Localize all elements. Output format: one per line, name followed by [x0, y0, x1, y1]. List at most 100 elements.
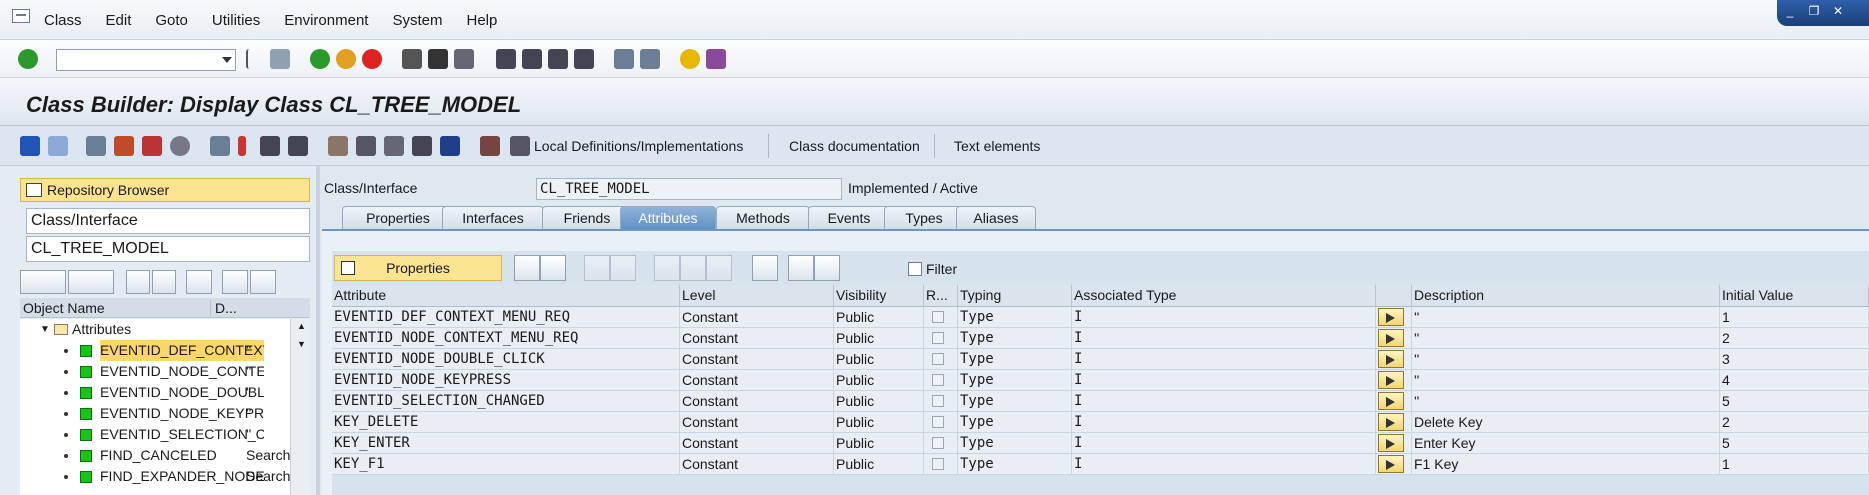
scroll-up-icon[interactable]: ▲ [297, 321, 306, 331]
menu-edit[interactable]: Edit [106, 12, 132, 29]
cell-associated-type[interactable]: I [1072, 349, 1376, 370]
detail-view-icon[interactable] [514, 255, 540, 281]
col-visibility[interactable]: Visibility [834, 285, 924, 307]
expand-triangle-icon[interactable]: ▼ [40, 319, 50, 340]
cell-typing[interactable]: Type [958, 307, 1072, 328]
tab-friends[interactable]: Friends [542, 206, 632, 230]
display-change-icon[interactable] [86, 136, 106, 156]
col-description[interactable]: Description [1412, 285, 1720, 307]
col-attribute[interactable]: Attribute [332, 285, 680, 307]
display-object-list-icon[interactable] [260, 136, 280, 156]
tree-folder-attributes[interactable]: ▼ Attributes [20, 319, 290, 340]
cell-initial-value[interactable]: 1 [1720, 454, 1869, 475]
copy-icon[interactable] [680, 255, 706, 281]
navigate-arrow-icon[interactable] [1378, 308, 1404, 326]
cell-read-only[interactable] [924, 433, 958, 454]
col-description[interactable]: D... [210, 300, 237, 316]
local-types-icon[interactable] [480, 136, 500, 156]
superclass-icon[interactable] [356, 136, 376, 156]
navigate-arrow-icon[interactable] [1378, 392, 1404, 410]
cell-typing[interactable]: Type [958, 370, 1072, 391]
find-icon[interactable] [186, 270, 212, 294]
cell-attribute[interactable]: EVENTID_NODE_DOUBLE_CLICK [332, 349, 680, 370]
menu-system[interactable]: System [392, 12, 442, 29]
tree-item[interactable]: EVENTID_NODE_KEYPRESS'' [20, 403, 290, 424]
cell-attribute[interactable]: EVENTID_NODE_KEYPRESS [332, 370, 680, 391]
print-icon[interactable] [752, 255, 778, 281]
repository-browser-button[interactable]: Repository Browser [20, 178, 310, 202]
print-icon[interactable] [402, 49, 422, 69]
command-field[interactable] [56, 49, 236, 71]
cell-level[interactable]: Constant [680, 370, 834, 391]
info-icon[interactable] [440, 136, 460, 156]
insert-row-icon[interactable] [584, 255, 610, 281]
tree-scrollbar[interactable]: ▲ ▼ [290, 319, 310, 495]
col-level[interactable]: Level [680, 285, 834, 307]
next-page-icon[interactable] [548, 49, 568, 69]
create-session-icon[interactable] [614, 49, 634, 69]
cell-description[interactable]: '' [1412, 328, 1720, 349]
read-only-checkbox[interactable] [932, 395, 944, 407]
tab-attributes[interactable]: Attributes [620, 206, 716, 230]
previous-object-icon[interactable] [20, 270, 66, 294]
table-row[interactable]: EVENTID_SELECTION_CHANGED Constant Publi… [332, 391, 1869, 412]
table-row[interactable]: EVENTID_NODE_KEYPRESS Constant Public Ty… [332, 370, 1869, 391]
cell-visibility[interactable]: Public [834, 307, 924, 328]
table-row[interactable]: KEY_DELETE Constant Public Type I Delete… [332, 412, 1869, 433]
cell-initial-value[interactable]: 2 [1720, 328, 1869, 349]
read-only-checkbox[interactable] [932, 374, 944, 386]
customize-layout-icon[interactable] [706, 49, 726, 69]
read-only-checkbox[interactable] [932, 458, 944, 470]
find-icon[interactable] [428, 49, 448, 69]
cell-visibility[interactable]: Public [834, 349, 924, 370]
menu-goto[interactable]: Goto [155, 12, 188, 29]
find-icon[interactable] [788, 255, 814, 281]
cell-initial-value[interactable]: 1 [1720, 307, 1869, 328]
cell-visibility[interactable]: Public [834, 454, 924, 475]
cell-typing[interactable]: Type [958, 328, 1072, 349]
cell-associated-type[interactable]: I [1072, 454, 1376, 475]
collapse-all-icon[interactable] [152, 270, 176, 294]
cell-description[interactable]: '' [1412, 391, 1720, 412]
local-definitions-button[interactable]: Local Definitions/Implementations [534, 138, 743, 154]
read-only-checkbox[interactable] [932, 353, 944, 365]
cell-description[interactable]: '' [1412, 349, 1720, 370]
tab-interfaces[interactable]: Interfaces [442, 206, 544, 230]
cell-read-only[interactable] [924, 391, 958, 412]
cell-description[interactable]: Enter Key [1412, 433, 1720, 454]
where-used-icon[interactable] [210, 136, 230, 156]
class-documentation-button[interactable]: Class documentation [789, 138, 920, 154]
tab-aliases[interactable]: Aliases [956, 206, 1036, 230]
col-typing[interactable]: Typing [958, 285, 1072, 307]
find-next-icon[interactable] [454, 49, 474, 69]
cell-read-only[interactable] [924, 349, 958, 370]
tree-item[interactable]: EVENTID_NODE_CONTEXT_MENU_REQ'' [20, 361, 290, 382]
cell-initial-value[interactable]: 5 [1720, 391, 1869, 412]
exit-icon[interactable] [336, 49, 356, 69]
cell-level[interactable]: Constant [680, 454, 834, 475]
cell-read-only[interactable] [924, 307, 958, 328]
cell-typing[interactable]: Type [958, 391, 1072, 412]
table-row[interactable]: KEY_ENTER Constant Public Type I Enter K… [332, 433, 1869, 454]
tree-item[interactable]: EVENTID_NODE_DOUBLE_CLICK'' [20, 382, 290, 403]
col-object-name[interactable]: Object Name [23, 300, 105, 316]
cell-level[interactable]: Constant [680, 328, 834, 349]
cell-associated-type[interactable]: I [1072, 391, 1376, 412]
sap-menu-icon[interactable] [12, 9, 30, 23]
scroll-down-icon[interactable]: ▼ [297, 339, 306, 349]
cell-description[interactable]: '' [1412, 370, 1720, 391]
navigate-arrow-icon[interactable] [1378, 350, 1404, 368]
properties-button[interactable]: Properties [334, 255, 502, 281]
cell-level[interactable]: Constant [680, 412, 834, 433]
navigate-arrow-icon[interactable] [1378, 371, 1404, 389]
save-icon[interactable] [270, 49, 290, 69]
filter-icon[interactable] [412, 136, 432, 156]
forward-arrow-icon[interactable] [48, 136, 68, 156]
cell-associated-type[interactable]: I [1072, 433, 1376, 454]
object-type-select[interactable]: Class/Interface [26, 208, 310, 234]
first-page-icon[interactable] [496, 49, 516, 69]
navigate-arrow-icon[interactable] [1378, 455, 1404, 473]
previous-page-icon[interactable] [522, 49, 542, 69]
table-row[interactable]: EVENTID_DEF_CONTEXT_MENU_REQ Constant Pu… [332, 307, 1869, 328]
cell-attribute[interactable]: KEY_F1 [332, 454, 680, 475]
